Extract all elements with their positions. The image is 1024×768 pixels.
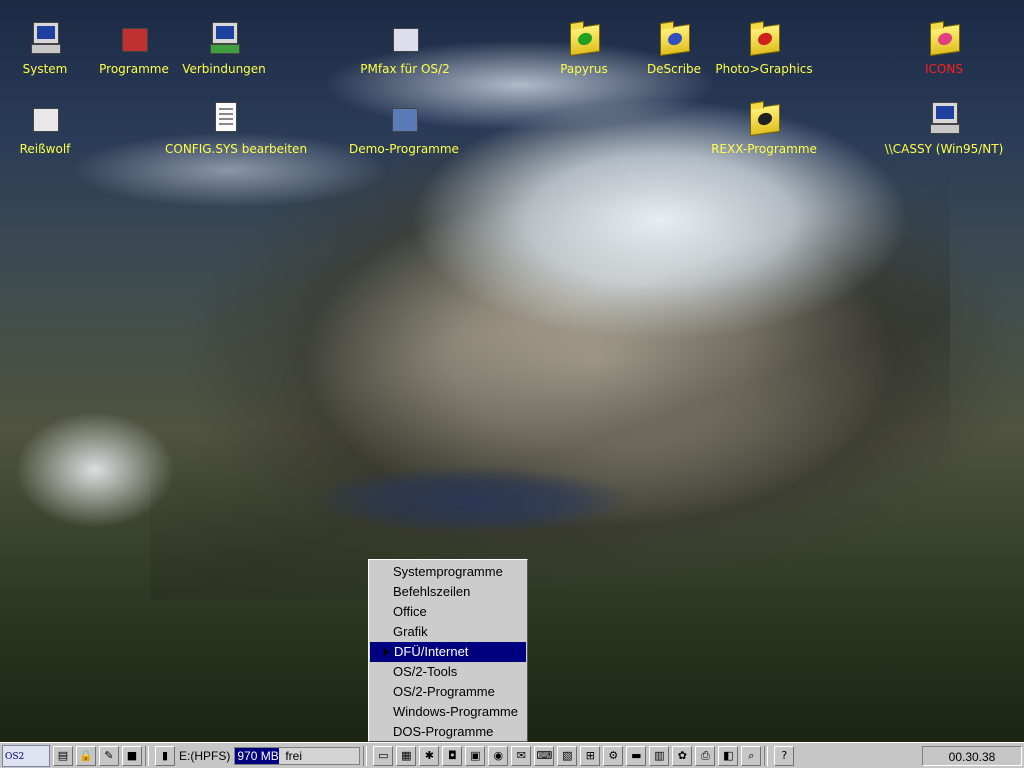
menu-item-label: DFÜ/Internet: [394, 644, 469, 659]
folder-icon: [744, 98, 784, 138]
calendar-icon[interactable]: ▦: [396, 745, 417, 766]
os2-logo-button[interactable]: OS2: [2, 744, 50, 767]
desktop-icon-rexx-programme[interactable]: REXX-Programme: [704, 98, 824, 156]
menu-item-os2-programme[interactable]: OS/2-Programme: [369, 682, 527, 702]
desktop-icon-label: CONFIG.SYS bearbeiten: [165, 142, 308, 156]
clock[interactable]: 00.30.38: [922, 745, 1022, 766]
fax-icon: [385, 18, 425, 58]
desktop-icon-icons[interactable]: ICONS: [884, 18, 1004, 76]
tools-icon[interactable]: ✱: [419, 745, 440, 766]
tray-button-icon[interactable]: ▭: [373, 745, 394, 766]
desktop-icon-verbindungen[interactable]: Verbindungen: [164, 18, 284, 76]
keyboard-icon[interactable]: ⌨: [534, 745, 555, 766]
shredder-icon: [25, 98, 65, 138]
logo-text: OS2: [5, 751, 25, 762]
edit-document-icon: [205, 98, 245, 138]
settings-icon[interactable]: ⚙: [603, 745, 624, 766]
desktop-icon-label: Demo-Programme: [349, 142, 459, 156]
computer-icon: [25, 18, 65, 58]
help-icon[interactable]: ?: [774, 745, 795, 766]
submenu-arrow-icon: [384, 648, 389, 656]
graphics-icon[interactable]: ◘: [442, 745, 463, 766]
folder-icon: [654, 18, 694, 58]
desktop-icon-config-sys[interactable]: CONFIG.SYS bearbeiten: [165, 98, 307, 156]
menu-item-label: OS/2-Tools: [393, 664, 458, 679]
drive-label[interactable]: E:(HPFS): [179, 749, 230, 763]
programs-popup-menu: Systemprogramme Befehlszeilen Office Gra…: [368, 559, 528, 742]
separator: [363, 745, 368, 766]
desktop-icon-pmfax[interactable]: PMfax für OS/2: [345, 18, 465, 76]
desktop-icon-label: Programme: [99, 62, 169, 76]
desktop-icon-label: REXX-Programme: [711, 142, 817, 156]
printer-icon[interactable]: ⎙: [695, 745, 716, 766]
menu-item-office[interactable]: Office: [369, 602, 527, 622]
desktop-icon-reisswolf[interactable]: Reißwolf: [0, 98, 105, 156]
desktop-icon-label: Verbindungen: [182, 62, 266, 76]
programs-icon: [114, 18, 154, 58]
program-icon[interactable]: ▧: [557, 745, 578, 766]
desktop-icon-label: Papyrus: [560, 62, 608, 76]
desktop-icon-label: PMfax für OS/2: [360, 62, 450, 76]
menu-item-label: Systemprogramme: [393, 564, 503, 579]
menu-item-grafik[interactable]: Grafik: [369, 622, 527, 642]
monitor-icon[interactable]: ▣: [465, 745, 486, 766]
desktop-icon-label: Photo>Graphics: [715, 62, 813, 76]
search-icon[interactable]: ⌕: [741, 745, 762, 766]
desktop-icon-photographics[interactable]: Photo>Graphics: [704, 18, 824, 76]
chart-icon[interactable]: ▥: [649, 745, 670, 766]
lock-icon[interactable]: 🔒: [76, 745, 96, 766]
taskbar: OS2 ▤ 🔒 ✎ ■ ▮ E:(HPFS) 970 MB frei ▭ ▦ ✱…: [0, 742, 1024, 768]
desktop-icon-label: ICONS: [925, 62, 963, 76]
terminal-icon[interactable]: ▬: [626, 745, 647, 766]
drive-free-meter[interactable]: 970 MB frei: [234, 746, 361, 765]
separator: [145, 745, 149, 766]
drive-free-value: 970 MB: [237, 748, 279, 763]
folder-icon: [564, 18, 604, 58]
find-icon[interactable]: ✎: [99, 745, 119, 766]
menu-item-label: Befehlszeilen: [393, 584, 471, 599]
separator: [764, 745, 769, 766]
menu-item-befehlszeilen[interactable]: Befehlszeilen: [369, 582, 527, 602]
menu-item-label: DOS-Programme: [393, 724, 494, 739]
menu-item-label: Windows-Programme: [393, 704, 518, 719]
folder-icon: [744, 18, 784, 58]
drive-free-label: frei: [285, 748, 303, 763]
desktop-icon-demo-programme[interactable]: Demo-Programme: [344, 98, 464, 156]
shutdown-icon[interactable]: ■: [122, 745, 142, 766]
menu-item-windows-programme[interactable]: Windows-Programme: [369, 702, 527, 722]
window-list-icon[interactable]: ▤: [53, 745, 73, 766]
screen-icon[interactable]: ◧: [718, 745, 739, 766]
paint-icon[interactable]: ✿: [672, 745, 693, 766]
desktop-icon-cassy[interactable]: \\CASSY (Win95/NT): [884, 98, 1004, 156]
mail-icon[interactable]: ✉: [511, 745, 532, 766]
network-icon: [924, 98, 964, 138]
menu-item-label: OS/2-Programme: [393, 684, 495, 699]
network-icon[interactable]: ⊞: [580, 745, 601, 766]
folder-icon: [924, 18, 964, 58]
desktop-icon-label: \\CASSY (Win95/NT): [884, 142, 1004, 156]
desktop-icon-label: Reißwolf: [19, 142, 71, 156]
menu-item-label: Office: [393, 604, 427, 619]
demo-icon: [384, 98, 424, 138]
drive-icon[interactable]: ▮: [155, 745, 175, 766]
menu-item-dfu-internet[interactable]: DFÜ/Internet: [370, 642, 526, 662]
menu-item-systemprogramme[interactable]: Systemprogramme: [369, 562, 527, 582]
menu-item-dos-programme[interactable]: DOS-Programme: [369, 722, 527, 742]
wallpaper-ridge: [150, 170, 950, 600]
desktop-icon-label: System: [22, 62, 68, 76]
desktop[interactable]: System Programme Verbindungen PMfax für …: [0, 0, 1024, 742]
connections-icon: [204, 18, 244, 58]
menu-item-os2-tools[interactable]: OS/2-Tools: [369, 662, 527, 682]
menu-item-label: Grafik: [393, 624, 428, 639]
globe-icon[interactable]: ◉: [488, 745, 509, 766]
desktop-icon-label: DeScribe: [646, 62, 702, 76]
